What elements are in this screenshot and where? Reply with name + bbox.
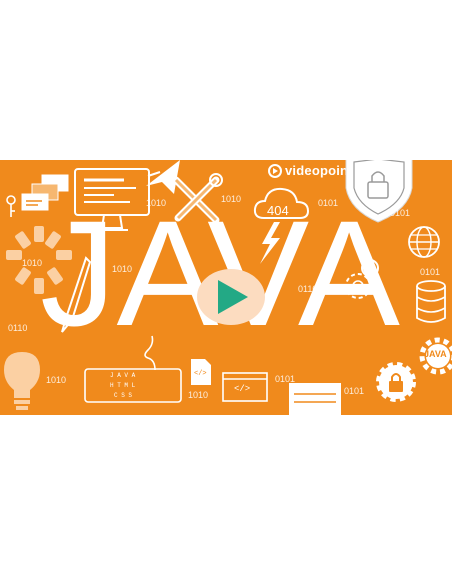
play-button[interactable] [196,268,266,326]
binary-text: 0101 [390,208,411,218]
keyboard-cable [144,335,156,371]
videopoint-logo-icon [268,164,282,178]
binary-text: 1010 [146,198,167,208]
gear-java-label: JAVA [424,349,447,359]
binary-text: 0101 [318,198,339,208]
binary-text: 1010 [22,258,43,268]
binary-text: 1010 [46,375,67,385]
file-code-tag: </> [194,370,207,378]
binary-text: 0110 [298,284,318,294]
binary-text: 0101 [275,374,296,384]
browser-window-icon [289,383,341,415]
keyboard-row-2: H T M L [110,382,136,389]
binary-text: 0101 [420,267,441,277]
lightbulb-icon [4,352,40,410]
gears-icon [345,259,379,299]
binary-text: 1010 [221,194,242,204]
globe-icon [408,226,440,258]
gear-lock-icon [376,362,416,402]
keyboard-icon: J A V A H T M L C S S [84,368,182,403]
code-window-tag: </> [234,384,251,394]
database-icon [416,280,446,323]
windows-stack-icon [21,174,69,211]
binary-text: 0101 [344,386,365,396]
gear-java-icon [419,337,452,375]
video-thumbnail[interactable]: videopoint 404 J A V A H T M L C S S </>… [0,160,452,415]
binary-text: 0110 [8,323,28,333]
binary-text: 1010 [188,390,209,400]
keyboard-row-1: J A V A [110,372,136,379]
binary-text: 1010 [112,264,133,274]
keyboard-row-3: C S S [114,392,133,399]
key-icon [6,195,16,217]
